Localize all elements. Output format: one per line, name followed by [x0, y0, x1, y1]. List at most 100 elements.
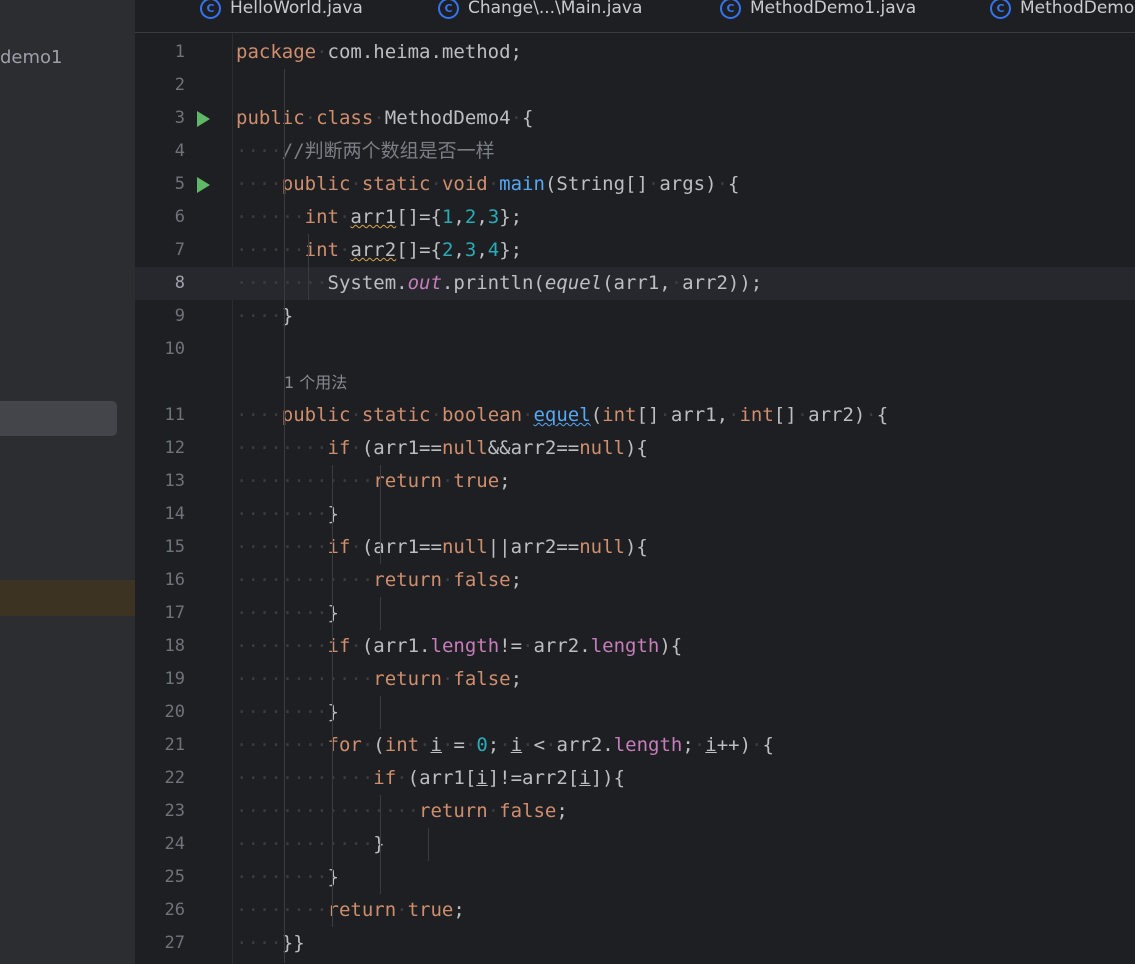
code-line[interactable]: 2 [135, 69, 1135, 102]
line-number[interactable]: 25 [135, 861, 185, 894]
line-number[interactable]: 16 [135, 564, 185, 597]
code-line[interactable]: 15 ········if·(arr1==null||arr2==null){ [135, 531, 1135, 564]
line-number[interactable]: 26 [135, 894, 185, 927]
line-number[interactable]: 17 [135, 597, 185, 630]
indent-guide [380, 465, 381, 564]
line-number[interactable]: 3 [135, 102, 185, 135]
line-number[interactable]: 14 [135, 498, 185, 531]
code-text: package·com.heima.method; [236, 41, 522, 63]
code-text: ····public·static·void·main(String[]·arg… [236, 173, 740, 195]
code-text: ············return·false; [236, 569, 523, 591]
code-line[interactable]: 4 ····//判断两个数组是否一样 [135, 135, 1135, 168]
line-number[interactable]: 6 [135, 201, 185, 234]
code-line[interactable]: 16 ············return·false; [135, 564, 1135, 597]
line-number[interactable]: 12 [135, 432, 185, 465]
code-line[interactable]: 20 ········} [135, 696, 1135, 729]
code-line[interactable]: 12 ········if·(arr1==null&&arr2==null){ [135, 432, 1135, 465]
code-line[interactable]: 9 ····} [135, 300, 1135, 333]
line-number[interactable]: 24 [135, 828, 185, 861]
editor-tab-bar: C HelloWorld.java C Change\...\Main.java… [135, 0, 1135, 33]
code-text: ················return·false; [236, 800, 568, 822]
project-tree-highlighted-row[interactable] [0, 580, 135, 616]
usage-hint[interactable]: 1 个用法 [284, 366, 347, 399]
line-number[interactable]: 19 [135, 663, 185, 696]
indent-guide [284, 69, 285, 963]
usage-hint-row: 1 个用法 [135, 366, 1135, 399]
code-line[interactable]: 3 public·class·MethodDemo4·{ [135, 102, 1135, 135]
class-c-icon: C [200, 0, 221, 19]
line-number[interactable]: 10 [135, 333, 185, 366]
code-line[interactable]: 6 ······int·arr1[]={1,2,3}; [135, 201, 1135, 234]
code-text: ········} [236, 866, 339, 888]
line-number[interactable]: 22 [135, 762, 185, 795]
code-line[interactable]: 26 ········return·true; [135, 894, 1135, 927]
indent-guide [428, 828, 429, 861]
class-c-icon: C [990, 0, 1011, 19]
tab-methoddemo[interactable]: C MethodDemo [990, 0, 1134, 24]
code-text: ····}} [236, 932, 305, 954]
code-line[interactable]: 1 package·com.heima.method; [135, 36, 1135, 69]
line-number[interactable]: 7 [135, 234, 185, 267]
code-text: ······int·arr1[]={1,2,3}; [236, 206, 523, 228]
run-icon[interactable] [197, 111, 210, 127]
tab-methoddemo1[interactable]: C MethodDemo1.java [720, 0, 916, 24]
line-number[interactable]: 4 [135, 135, 185, 168]
indent-guide [308, 234, 309, 300]
code-line[interactable]: 24 ············} [135, 828, 1135, 861]
line-number[interactable]: 27 [135, 927, 185, 960]
code-line[interactable]: 11 ····public·static·boolean·equel(int[]·… [135, 399, 1135, 432]
code-text: ············return·true; [236, 470, 511, 492]
tab-helloworld[interactable]: C HelloWorld.java [200, 0, 363, 24]
code-text: ············return·false; [236, 668, 523, 690]
run-icon[interactable] [197, 177, 210, 193]
code-line[interactable]: 13 ············return·true; [135, 465, 1135, 498]
code-line[interactable]: 23 ················return·false; [135, 795, 1135, 828]
code-line[interactable]: 10 [135, 333, 1135, 366]
code-text: ····public·static·boolean·equel(int[]·ar… [236, 404, 889, 426]
line-number[interactable]: 23 [135, 795, 185, 828]
line-number[interactable]: 15 [135, 531, 185, 564]
code-text: ········return·true; [236, 899, 465, 921]
code-text: ······int·arr2[]={2,3,4}; [236, 239, 523, 261]
code-line[interactable]: 8 ········System.out.println(equel(arr1,·… [135, 267, 1135, 300]
line-number[interactable]: 20 [135, 696, 185, 729]
tab-change-main[interactable]: C Change\...\Main.java [438, 0, 642, 24]
code-text: public·class·MethodDemo4·{ [236, 107, 534, 129]
class-c-icon: C [720, 0, 741, 19]
class-c-icon: C [438, 0, 459, 19]
code-line[interactable]: 19 ············return·false; [135, 663, 1135, 696]
code-text: ········} [236, 602, 339, 624]
code-line[interactable]: 5 ····public·static·void·main(String[]·ar… [135, 168, 1135, 201]
project-name[interactable]: demo1 [0, 47, 63, 68]
tab-label: MethodDemo [1020, 0, 1135, 18]
indent-guide [380, 795, 381, 894]
line-number[interactable]: 9 [135, 300, 185, 333]
code-line[interactable]: 21 ········for·(int·i·=·0;·i·<·arr2.lengt… [135, 729, 1135, 762]
code-line[interactable]: 14 ········} [135, 498, 1135, 531]
tab-label: Change\...\Main.java [468, 0, 643, 18]
line-number[interactable]: 2 [135, 69, 185, 102]
tab-label: MethodDemo1.java [750, 0, 917, 18]
line-number[interactable]: 21 [135, 729, 185, 762]
indent-guide [332, 465, 333, 927]
code-editor[interactable]: 1 package·com.heima.method; 2 3 public·class… [135, 33, 1135, 964]
line-number[interactable]: 8 [135, 267, 185, 300]
code-text: ········System.out.println(equel(arr1,·a… [236, 272, 763, 294]
line-number[interactable]: 5 [135, 168, 185, 201]
code-line[interactable]: 18 ········if·(arr1.length!=·arr2.length)… [135, 630, 1135, 663]
code-line[interactable]: 7 ······int·arr2[]={2,3,4}; [135, 234, 1135, 267]
code-line[interactable]: 22 ············if·(arr1[i]!=arr2[i]){ [135, 762, 1135, 795]
project-tree-selected-row[interactable] [0, 401, 117, 436]
code-line[interactable]: 17 ········} [135, 597, 1135, 630]
line-number[interactable]: 13 [135, 465, 185, 498]
code-line[interactable]: 27 ····}} [135, 927, 1135, 960]
code-line[interactable]: 25 ········} [135, 861, 1135, 894]
line-number[interactable]: 18 [135, 630, 185, 663]
code-text: ········if·(arr1==null&&arr2==null){ [236, 437, 648, 459]
code-text: ········} [236, 701, 339, 723]
code-text: ····//判断两个数组是否一样 [236, 140, 495, 162]
tab-label: HelloWorld.java [230, 0, 363, 18]
line-number[interactable]: 11 [135, 399, 185, 432]
line-number[interactable]: 1 [135, 36, 185, 69]
code-text: ············if·(arr1[i]!=arr2[i]){ [236, 767, 626, 789]
